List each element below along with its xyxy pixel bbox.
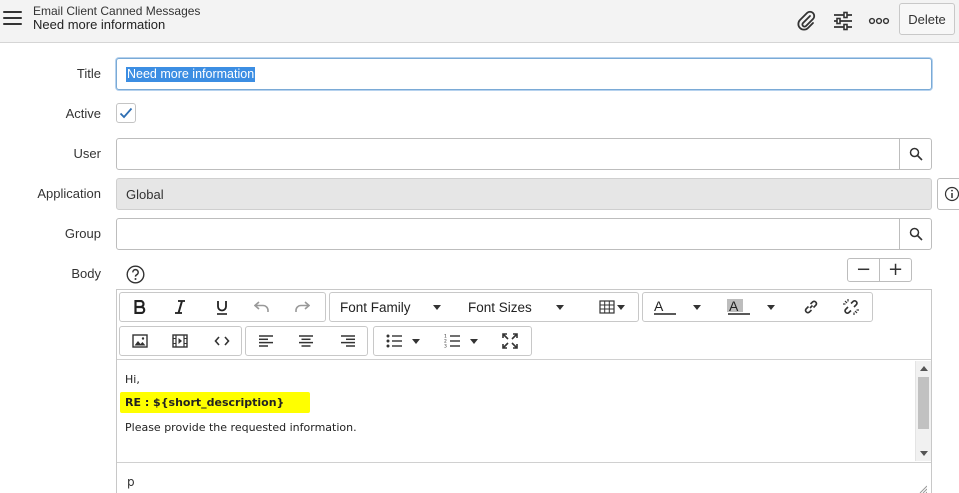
insert-media-icon[interactable] [166, 327, 194, 355]
application-info-button[interactable] [937, 178, 959, 210]
more-options-icon[interactable] [866, 8, 892, 34]
user-lookup-button[interactable] [899, 139, 931, 169]
italic-icon[interactable] [166, 293, 194, 321]
font-sizes-dropdown[interactable]: Font Sizes [468, 293, 574, 321]
zoom-in-button[interactable]: + [880, 259, 911, 281]
active-checkbox[interactable] [116, 103, 136, 123]
numbered-list-dropdown[interactable]: 123 [440, 327, 482, 355]
table-icon [599, 300, 615, 314]
background-color-dropdown[interactable]: A [727, 293, 783, 321]
scroll-up-icon[interactable] [920, 366, 928, 371]
align-left-icon[interactable] [252, 327, 280, 355]
paperclip-icon[interactable] [793, 8, 819, 34]
svg-text:A: A [729, 299, 739, 314]
settings-sliders-icon[interactable] [830, 8, 856, 34]
editor-scrollbar[interactable] [915, 361, 931, 461]
group-lookup-button[interactable] [899, 219, 931, 249]
svg-text:3: 3 [444, 344, 447, 349]
bullet-list-dropdown[interactable] [382, 327, 424, 355]
form-record-title: Need more information [33, 17, 166, 32]
scroll-down-icon[interactable] [920, 451, 928, 456]
group-label: Group [64, 226, 101, 241]
font-sizes-label: Font Sizes [468, 299, 532, 315]
fullscreen-icon[interactable] [496, 327, 524, 355]
chevron-down-icon [767, 304, 775, 310]
body-label: Body [71, 266, 101, 281]
redo-icon[interactable] [288, 293, 316, 321]
title-label: Title [76, 66, 101, 81]
editor-toolbar: Font Family Font Sizes A A 1 2 3 [117, 290, 931, 360]
font-family-dropdown[interactable]: Font Family [340, 293, 450, 321]
chevron-down-icon [693, 304, 701, 310]
form-table-title: Email Client Canned Messages [33, 4, 201, 18]
undo-icon[interactable] [248, 293, 276, 321]
font-family-label: Font Family [340, 299, 411, 315]
title-input[interactable]: Need more information [116, 58, 932, 90]
hamburger-menu-icon[interactable] [3, 11, 22, 26]
background-color-icon: A [727, 299, 750, 315]
toolbar-group-align [245, 326, 368, 356]
numbered-list-icon: 123 [444, 334, 460, 348]
text-color-icon: A [654, 299, 676, 315]
remove-link-icon[interactable] [837, 293, 865, 321]
info-icon [944, 186, 959, 202]
underline-icon[interactable] [208, 293, 236, 321]
rich-text-editor: Font Family Font Sizes A A 1 2 3 Hi, RE … [116, 289, 932, 493]
application-label: Application [37, 186, 101, 201]
insert-link-icon[interactable] [797, 293, 825, 321]
content-line-greeting: Hi, [125, 373, 140, 386]
toolbar-group-colors: A A [642, 292, 873, 322]
content-line-body: Please provide the requested information… [125, 421, 357, 434]
chevron-down-icon [617, 304, 625, 310]
text-color-dropdown[interactable]: A [653, 293, 707, 321]
toolbar-group-lists: 123 [373, 326, 532, 356]
bold-icon[interactable] [126, 293, 154, 321]
align-right-icon[interactable] [334, 327, 362, 355]
user-input[interactable] [116, 138, 932, 170]
table-dropdown[interactable] [596, 293, 628, 321]
chevron-down-icon [432, 304, 441, 310]
chevron-down-icon [470, 338, 478, 344]
group-input[interactable] [116, 218, 932, 250]
search-icon [909, 227, 923, 241]
editor-statusbar: p [117, 462, 931, 493]
zoom-out-button[interactable]: − [848, 259, 880, 281]
toolbar-group-format [119, 292, 326, 322]
svg-text:A: A [654, 299, 664, 314]
search-icon [909, 147, 923, 161]
toolbar-group-insert [119, 326, 242, 356]
toolbar-group-fonts: Font Family Font Sizes [329, 292, 639, 322]
scrollbar-thumb[interactable] [918, 377, 929, 429]
help-icon[interactable] [126, 265, 145, 284]
chevron-down-icon [412, 338, 420, 344]
delete-button[interactable]: Delete [899, 3, 955, 35]
insert-image-icon[interactable] [126, 327, 154, 355]
element-path[interactable]: p [127, 475, 135, 489]
content-line-highlighted: RE : ${short_description} [120, 392, 311, 413]
align-center-icon[interactable] [292, 327, 320, 355]
bullet-list-icon [386, 334, 402, 348]
active-label: Active [65, 106, 101, 121]
user-label: User [73, 146, 101, 161]
form-header: Email Client Canned Messages Need more i… [0, 0, 959, 43]
editor-zoom-controls: − + [847, 258, 912, 282]
editor-content-area[interactable]: Hi, RE : ${short_description} Please pro… [117, 361, 915, 461]
checkmark-icon [119, 107, 133, 119]
application-value: Global [126, 187, 164, 202]
source-code-icon[interactable] [208, 327, 236, 355]
title-input-value: Need more information [126, 67, 256, 82]
chevron-down-icon [555, 304, 564, 310]
application-field: Global [116, 178, 932, 210]
resize-handle-icon[interactable] [919, 485, 927, 493]
